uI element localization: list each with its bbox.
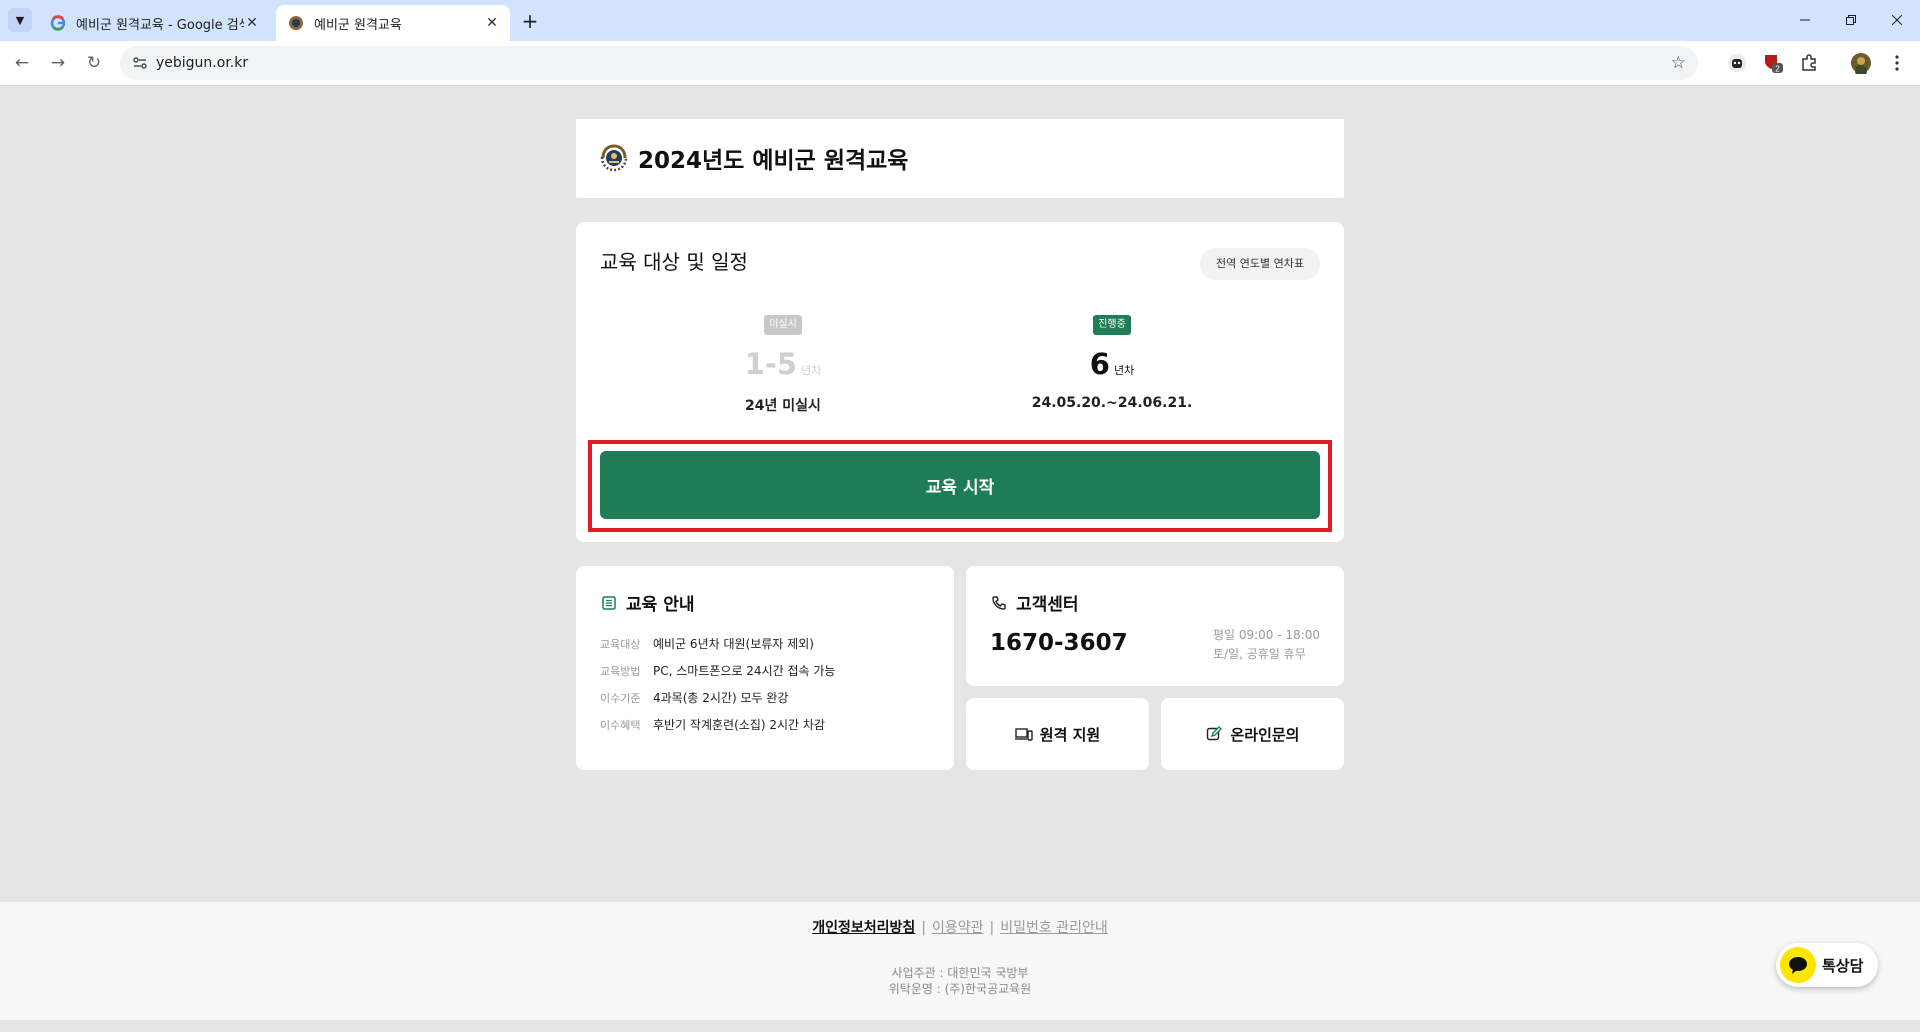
address-bar[interactable]: yebigun.or.kr ☆ xyxy=(120,46,1698,80)
footer-info: 사업주관 : 대한민국 국방부 위탁운영 : (주)한국공교육원 xyxy=(0,965,1920,997)
minimize-button[interactable] xyxy=(1782,6,1828,34)
status-badge: 미실시 xyxy=(764,315,802,335)
close-window-button[interactable] xyxy=(1874,6,1920,34)
organizer-text: 사업주관 : 대한민국 국방부 xyxy=(891,966,1029,980)
weekday-hours: 평일 09:00 - 18:00 xyxy=(1212,628,1320,642)
minimize-icon xyxy=(1800,19,1810,21)
schedule-period: 24년 미실시 xyxy=(745,398,821,414)
chat-button-label: 톡상담 xyxy=(1822,956,1864,975)
footer-links: 개인정보처리방침 | 이용약관 | 비밀번호 관리안내 xyxy=(0,917,1920,937)
info-row: 이수기준 4과목(총 2시간) 모두 완강 xyxy=(600,684,835,711)
weekend-hours: 토/일, 공휴일 휴무 xyxy=(1212,647,1306,661)
footer-separator: | xyxy=(921,920,926,936)
schedule-card: 교육 대상 및 일정 전역 연도별 연차표 미실시 1-5 년차 24년 미실시… xyxy=(576,222,1344,542)
restore-button[interactable] xyxy=(1828,6,1874,34)
schedule-period: 24.05.20.~24.06.21. xyxy=(1031,395,1193,411)
online-inquiry-label: 온라인문의 xyxy=(1230,725,1300,744)
terms-link[interactable]: 이용약관 xyxy=(932,920,984,936)
bottom-strip xyxy=(0,1020,1920,1032)
browser-toolbar: ← → ↻ yebigun.or.kr ☆ 2 xyxy=(0,41,1920,86)
schedule-column-not-conducted: 미실시 1-5 년차 24년 미실시 xyxy=(633,312,933,415)
browser-tab-google-search[interactable]: 예비군 원격교육 - Google 검색 ✕ xyxy=(38,5,270,41)
info-value: PC, 스마트폰으로 24시간 접속 가능 xyxy=(653,664,836,678)
password-guide-link[interactable]: 비밀번호 관리안내 xyxy=(1000,920,1108,936)
info-row: 교육방법 PC, 스마트폰으로 24시간 접속 가능 xyxy=(600,657,835,684)
remote-support-label: 원격 지원 xyxy=(1039,725,1101,744)
book-icon xyxy=(600,594,618,612)
customer-center-title: 고객센터 xyxy=(1016,595,1079,615)
privacy-policy-link[interactable]: 개인정보처리방침 xyxy=(812,920,915,936)
tab-title: 예비군 원격교육 xyxy=(314,17,402,33)
chevron-down-icon: ▼ xyxy=(15,13,25,27)
header-card: 2024년도 예비군 원격교육 xyxy=(576,119,1344,198)
reserve-forces-emblem-icon xyxy=(599,143,629,173)
phone-number: 1670-3607 xyxy=(990,630,1128,656)
browser-tab-yebigun[interactable]: 예비군 원격교육 ✕ xyxy=(276,5,510,41)
year-table-button[interactable]: 전역 연도별 연차표 xyxy=(1200,248,1320,280)
footer: 개인정보처리방침 | 이용약관 | 비밀번호 관리안내 사업주관 : 대한민국 국방부 … xyxy=(0,902,1920,1020)
close-icon xyxy=(1892,15,1902,25)
info-value: 4과목(총 2시간) 모두 완강 xyxy=(653,691,789,705)
info-key: 교육방법 xyxy=(600,664,641,678)
arrow-left-icon: ← xyxy=(14,53,30,73)
online-inquiry-button[interactable]: 온라인문의 xyxy=(1161,698,1344,770)
profile-avatar[interactable] xyxy=(1850,52,1872,74)
chat-bubble-icon xyxy=(1780,947,1816,983)
kakao-chat-button[interactable]: 톡상담 xyxy=(1776,943,1878,987)
schedule-title: 교육 대상 및 일정 xyxy=(600,250,748,274)
info-row: 교육대상 예비군 6년차 대원(보류자 제외) xyxy=(600,630,835,657)
arrow-right-icon: → xyxy=(50,53,66,73)
status-badge: 진행중 xyxy=(1093,315,1131,335)
info-key: 이수혜택 xyxy=(600,718,641,732)
page-content: 2024년도 예비군 원격교육 교육 대상 및 일정 전역 연도별 연차표 미실… xyxy=(0,86,1920,1032)
edit-icon xyxy=(1205,725,1223,743)
extensions-puzzle-icon[interactable] xyxy=(1798,52,1820,74)
site-settings-icon[interactable] xyxy=(132,55,148,71)
tab-title: 예비군 원격교육 - Google 검색 xyxy=(76,17,244,33)
browser-tab-bar: ▼ 예비군 원격교육 - Google 검색 ✕ 예비군 원격교육 ✕ + xyxy=(0,0,1920,41)
extension-badge-count: 2 xyxy=(1775,65,1780,74)
info-value: 예비군 6년차 대원(보류자 제외) xyxy=(653,637,814,651)
tab-search-button[interactable]: ▼ xyxy=(8,8,32,32)
year-unit: 년차 xyxy=(801,364,822,377)
info-value: 후반기 작계훈련(소집) 2시간 차감 xyxy=(653,718,825,732)
devices-icon xyxy=(1014,725,1033,743)
year-unit: 년차 xyxy=(1113,364,1135,377)
info-row: 이수혜택 후반기 작계훈련(소집) 2시간 차감 xyxy=(600,711,835,738)
info-key: 이수기준 xyxy=(600,691,641,705)
back-button[interactable]: ← xyxy=(8,49,36,77)
google-icon xyxy=(50,15,66,31)
forward-button[interactable]: → xyxy=(44,49,72,77)
emblem-favicon-icon xyxy=(288,15,304,31)
year-range-number: 1-5 xyxy=(744,347,798,381)
extension-shield-icon[interactable]: 2 xyxy=(1762,52,1784,74)
year-number: 6 xyxy=(1089,347,1110,381)
education-info-title: 교육 안내 xyxy=(626,595,695,615)
close-tab-icon[interactable]: ✕ xyxy=(244,15,260,31)
education-info-card: 교육 안내 교육대상 예비군 6년차 대원(보류자 제외) 교육방법 PC, 스… xyxy=(576,566,954,770)
phone-icon xyxy=(990,594,1008,612)
reload-icon: ↻ xyxy=(86,53,102,73)
page-title: 2024년도 예비군 원격교육 xyxy=(638,148,909,174)
footer-separator: | xyxy=(989,920,995,936)
business-hours: 평일 09:00 - 18:00 토/일, 공휴일 휴무 xyxy=(1213,626,1320,664)
url-text: yebigun.or.kr xyxy=(156,55,249,71)
customer-center-card: 고객센터 1670-3607 평일 09:00 - 18:00 토/일, 공휴일… xyxy=(966,566,1344,686)
extension-ghost-icon[interactable] xyxy=(1726,52,1748,74)
info-key: 교육대상 xyxy=(600,637,641,651)
new-tab-button[interactable]: + xyxy=(518,9,542,33)
start-education-button[interactable]: 교육 시작 xyxy=(600,451,1320,519)
bookmark-star-icon[interactable]: ☆ xyxy=(1671,53,1686,73)
close-tab-icon[interactable]: ✕ xyxy=(484,15,500,31)
restore-icon xyxy=(1846,15,1856,25)
operator-text: 위탁운영 : (주)한국공교육원 xyxy=(888,982,1032,996)
schedule-column-in-progress: 진행중 6 년차 24.05.20.~24.06.21. xyxy=(962,312,1262,411)
reload-button[interactable]: ↻ xyxy=(80,49,108,77)
chrome-menu-icon[interactable] xyxy=(1886,52,1908,74)
remote-support-button[interactable]: 원격 지원 xyxy=(966,698,1149,770)
